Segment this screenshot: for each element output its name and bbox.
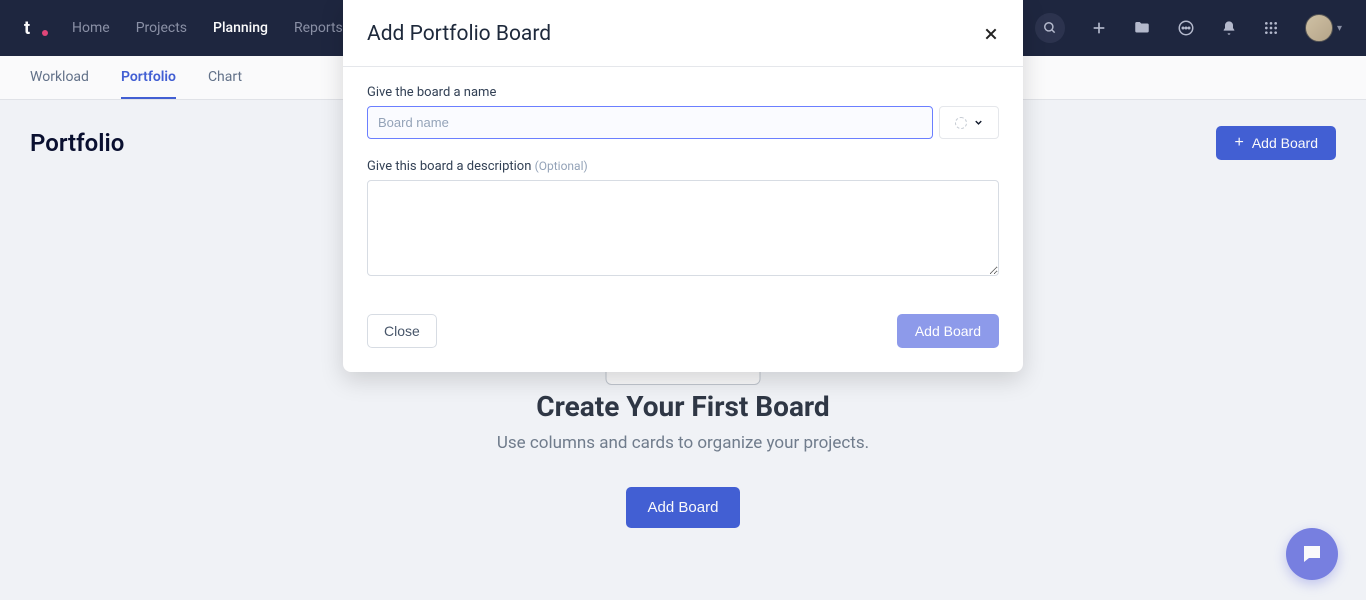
avatar [1305, 14, 1333, 42]
board-color-picker[interactable] [939, 106, 999, 139]
modal-footer: Close Add Board [343, 300, 1023, 372]
logo-dot [42, 30, 48, 36]
add-board-button-header[interactable]: + Add Board [1216, 126, 1336, 160]
add-board-submit-button[interactable]: Add Board [897, 314, 999, 348]
nav-home[interactable]: Home [72, 20, 110, 36]
add-board-label: Add Board [1252, 135, 1318, 151]
modal-title: Add Portfolio Board [367, 22, 551, 46]
close-button[interactable]: Close [367, 314, 437, 348]
add-portfolio-board-modal: Add Portfolio Board Give the board a nam… [343, 0, 1023, 372]
apps-icon[interactable] [1263, 20, 1279, 36]
board-desc-label: Give this board a description (Optional) [367, 159, 999, 174]
help-chat-button[interactable] [1286, 528, 1338, 580]
page-title: Portfolio [30, 129, 124, 157]
folder-icon[interactable] [1133, 19, 1151, 37]
bell-icon[interactable] [1221, 20, 1237, 36]
nav-right: ▾ [1035, 13, 1342, 43]
chat-icon[interactable] [1177, 19, 1195, 37]
modal-header: Add Portfolio Board [343, 0, 1023, 67]
empty-title: Create Your First Board [0, 390, 1366, 423]
board-name-input[interactable] [367, 106, 933, 139]
nav-planning[interactable]: Planning [213, 20, 268, 36]
board-name-label: Give the board a name [367, 85, 999, 100]
chevron-down-icon [973, 117, 984, 128]
add-board-button-empty[interactable]: Add Board [626, 487, 741, 528]
color-swatch-icon [955, 117, 967, 129]
plus-icon[interactable] [1091, 20, 1107, 36]
modal-close-button[interactable] [983, 26, 999, 42]
desc-label-text: Give this board a description [367, 159, 535, 174]
logo-letter: t [24, 18, 29, 39]
tab-portfolio[interactable]: Portfolio [121, 56, 176, 99]
tab-chart[interactable]: Chart [208, 56, 242, 99]
user-menu[interactable]: ▾ [1305, 14, 1342, 42]
name-input-row [367, 106, 999, 139]
plus-icon: + [1234, 135, 1243, 151]
desc-optional-text: (Optional) [535, 159, 588, 173]
app-logo[interactable]: t [24, 18, 44, 38]
nav-reports[interactable]: Reports [294, 20, 343, 36]
board-description-input[interactable] [367, 180, 999, 276]
search-icon[interactable] [1035, 13, 1065, 43]
speech-bubble-icon [1300, 542, 1324, 566]
tab-workload[interactable]: Workload [30, 56, 89, 99]
main-nav: Home Projects Planning Reports [72, 20, 343, 36]
nav-projects[interactable]: Projects [136, 20, 187, 36]
empty-subtitle: Use columns and cards to organize your p… [0, 433, 1366, 453]
chevron-down-icon: ▾ [1337, 23, 1342, 34]
modal-body: Give the board a name Give this board a … [343, 67, 1023, 300]
